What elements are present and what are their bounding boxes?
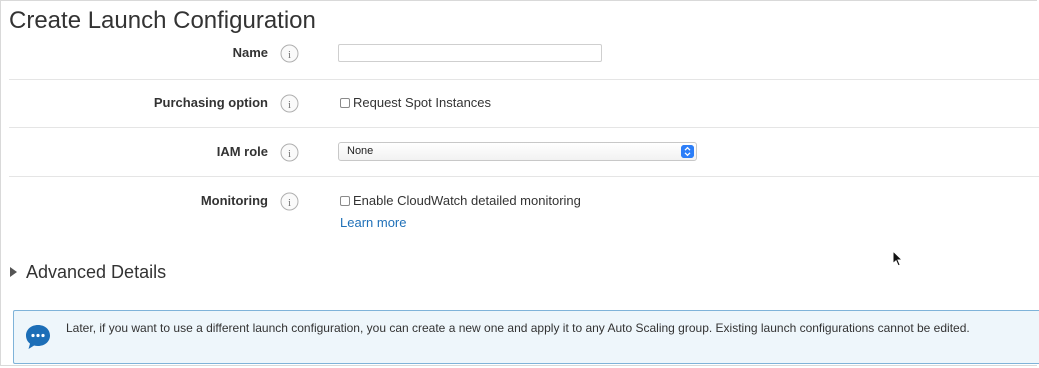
request-spot-instances-label: Request Spot Instances: [353, 95, 492, 110]
svg-text:i: i: [288, 99, 291, 111]
purchasing-option-label: Purchasing option: [153, 95, 268, 110]
svg-text:i: i: [288, 49, 291, 61]
advanced-details-toggle[interactable]: Advanced Details: [10, 262, 166, 282]
enable-detailed-monitoring-checkbox[interactable]: Enable CloudWatch detailed monitoring: [340, 193, 581, 209]
iam-role-label: IAM role: [216, 144, 268, 159]
select-arrows-icon[interactable]: [681, 145, 694, 158]
row-divider: [9, 79, 1039, 80]
info-icon[interactable]: i: [280, 94, 299, 113]
info-icon[interactable]: i: [280, 143, 299, 162]
checkbox-icon[interactable]: [340, 98, 350, 108]
row-divider: [9, 127, 1039, 128]
advanced-details-label: Advanced Details: [26, 262, 167, 282]
name-label: Name: [232, 45, 268, 60]
row-divider: [9, 176, 1039, 177]
notice-text: Later, if you want to use a different la…: [66, 321, 970, 335]
iam-role-select[interactable]: None: [338, 142, 697, 161]
info-icon[interactable]: i: [280, 192, 299, 211]
mouse-pointer-icon: [892, 250, 904, 267]
monitoring-label: Monitoring: [200, 193, 268, 208]
svg-text:i: i: [288, 148, 291, 160]
learn-more-link[interactable]: Learn more: [340, 215, 406, 231]
caret-right-icon[interactable]: [10, 267, 17, 277]
request-spot-instances-checkbox[interactable]: Request Spot Instances: [340, 95, 491, 111]
checkbox-icon[interactable]: [340, 196, 350, 206]
page-title: Create Launch Configuration: [9, 7, 316, 34]
info-icon[interactable]: i: [280, 44, 299, 63]
iam-role-selected-value: None: [347, 145, 374, 157]
svg-text:i: i: [288, 197, 291, 209]
enable-detailed-monitoring-label: Enable CloudWatch detailed monitoring: [353, 193, 581, 208]
info-notice: Later, if you want to use a different la…: [13, 310, 1039, 364]
name-input[interactable]: [338, 44, 602, 62]
speech-bubble-icon: [26, 325, 50, 349]
